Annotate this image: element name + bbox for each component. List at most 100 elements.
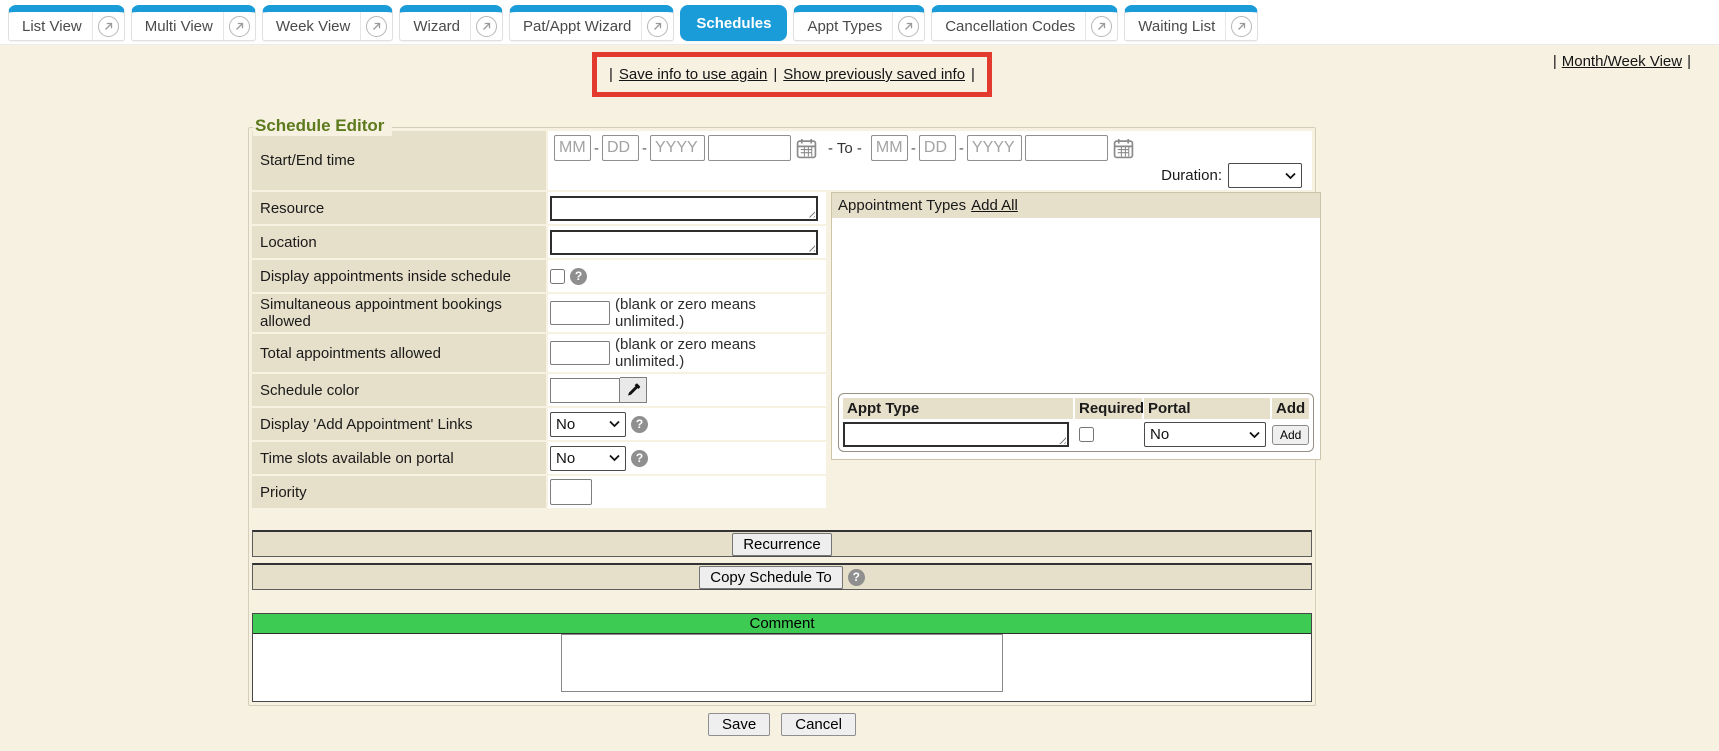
tab-cancellation-codes[interactable]: Cancellation Codes	[931, 5, 1118, 41]
show-previously-saved-link[interactable]: Show previously saved info	[783, 66, 965, 83]
tab-label: Wizard	[400, 18, 470, 35]
save-button[interactable]: Save	[708, 713, 770, 736]
schedule-color-label: Schedule color	[252, 374, 548, 406]
saved-info-highlight-box: | Save info to use again | Show previous…	[592, 52, 992, 97]
help-icon[interactable]: ?	[631, 416, 648, 433]
external-link-icon[interactable]	[892, 12, 924, 40]
start-calendar-icon[interactable]	[794, 138, 819, 159]
external-link-icon[interactable]	[223, 12, 255, 40]
comment-header: Comment	[253, 614, 1311, 634]
location-input[interactable]	[550, 230, 818, 255]
add-all-link[interactable]: Add All	[971, 197, 1018, 214]
end-day-input[interactable]	[919, 135, 956, 161]
tab-list-view[interactable]: List View	[8, 5, 125, 41]
time-slots-row: Time slots available on portal No ?	[252, 442, 826, 474]
pipe-separator: |	[1687, 53, 1691, 70]
spacer	[252, 510, 1312, 524]
total-appointments-input[interactable]	[550, 341, 610, 365]
duration-select[interactable]	[1228, 163, 1302, 188]
help-icon[interactable]: ?	[848, 569, 865, 586]
recurrence-bar: Recurrence	[252, 530, 1312, 557]
tab-multi-view[interactable]: Multi View	[131, 5, 256, 41]
pipe-separator: |	[609, 66, 613, 83]
external-link-icon[interactable]	[360, 12, 392, 40]
top-links-row: | Save info to use again | Show previous…	[0, 45, 1719, 113]
tab-week-view[interactable]: Week View	[262, 5, 393, 41]
start-time-input[interactable]	[708, 135, 791, 161]
resource-row: Resource	[252, 192, 826, 224]
simultaneous-label: Simultaneous appointment bookings allowe…	[252, 294, 548, 332]
end-year-input[interactable]	[967, 135, 1022, 161]
tab-label: Appt Types	[794, 18, 892, 35]
month-week-view-link[interactable]: Month/Week View	[1562, 53, 1682, 70]
eyedropper-icon[interactable]	[620, 377, 647, 403]
tab-schedules[interactable]: Schedules	[680, 5, 787, 41]
chevron-down-icon	[609, 420, 620, 428]
simultaneous-row: Simultaneous appointment bookings allowe…	[252, 294, 826, 332]
required-checkbox[interactable]	[1079, 427, 1094, 442]
chevron-down-icon	[1249, 431, 1260, 439]
end-time-input[interactable]	[1025, 135, 1108, 161]
schedule-color-input[interactable]	[550, 378, 620, 403]
tab-label: Schedules	[681, 15, 786, 32]
priority-row: Priority	[252, 476, 826, 508]
pipe-separator: |	[971, 66, 975, 83]
display-appointments-label: Display appointments inside schedule	[252, 260, 548, 292]
time-slots-label: Time slots available on portal	[252, 442, 548, 474]
start-year-input[interactable]	[650, 135, 705, 161]
col-add: Add	[1272, 398, 1309, 419]
comment-section: Comment	[252, 613, 1312, 702]
external-link-icon[interactable]	[470, 12, 502, 40]
tab-waiting-list[interactable]: Waiting List	[1124, 5, 1258, 41]
to-separator: - To -	[822, 140, 868, 157]
end-month-input[interactable]	[871, 135, 908, 161]
cancel-button[interactable]: Cancel	[781, 713, 856, 736]
priority-input[interactable]	[550, 479, 592, 505]
appt-type-input-row: No Add	[843, 422, 1309, 447]
external-link-icon[interactable]	[92, 12, 124, 40]
appointment-types-list	[832, 218, 1320, 388]
resource-input[interactable]	[550, 196, 818, 221]
appt-type-input[interactable]	[843, 422, 1069, 447]
add-appointment-links-label: Display 'Add Appointment' Links	[252, 408, 548, 440]
col-portal: Portal	[1144, 398, 1270, 419]
add-appointment-links-select[interactable]: No	[550, 412, 626, 437]
location-label: Location	[252, 226, 548, 258]
tab-appt-types[interactable]: Appt Types	[793, 5, 925, 41]
help-icon[interactable]: ?	[631, 450, 648, 467]
display-appointments-row: Display appointments inside schedule ?	[252, 260, 826, 292]
portal-select[interactable]: No	[1144, 422, 1266, 447]
tab-pat-appt-wizard[interactable]: Pat/Appt Wizard	[509, 5, 674, 41]
copy-schedule-bar: Copy Schedule To ?	[252, 563, 1312, 590]
tab-label: Cancellation Codes	[932, 18, 1085, 35]
time-slots-select[interactable]: No	[550, 446, 626, 471]
date-dash: -	[959, 140, 964, 157]
recurrence-button[interactable]: Recurrence	[732, 533, 832, 556]
help-icon[interactable]: ?	[570, 268, 587, 285]
end-calendar-icon[interactable]	[1111, 138, 1136, 159]
simultaneous-input[interactable]	[550, 301, 610, 325]
start-end-row: Start/End time - - - To - - -	[252, 131, 1312, 190]
tab-wizard[interactable]: Wizard	[399, 5, 503, 41]
date-dash: -	[642, 140, 647, 157]
pipe-separator: |	[1553, 53, 1557, 70]
save-info-link[interactable]: Save info to use again	[619, 66, 767, 83]
tab-label: Pat/Appt Wizard	[510, 18, 641, 35]
schedule-editor-panel: Schedule Editor Start/End time - - - To …	[248, 127, 1316, 706]
appt-type-add-box: Appt Type Required Portal Add No	[838, 393, 1314, 452]
col-appt-type: Appt Type	[843, 398, 1073, 419]
start-day-input[interactable]	[602, 135, 639, 161]
external-link-icon[interactable]	[1225, 12, 1257, 40]
location-row: Location	[252, 226, 826, 258]
copy-schedule-button[interactable]: Copy Schedule To	[699, 566, 842, 589]
external-link-icon[interactable]	[1085, 12, 1117, 40]
priority-label: Priority	[252, 476, 548, 508]
tab-label: List View	[9, 18, 92, 35]
external-link-icon[interactable]	[641, 12, 673, 40]
add-appt-type-button[interactable]: Add	[1272, 425, 1309, 445]
tab-label: Multi View	[132, 18, 223, 35]
comment-textarea[interactable]	[561, 634, 1003, 692]
start-month-input[interactable]	[554, 135, 591, 161]
display-appointments-checkbox[interactable]	[550, 269, 565, 284]
chevron-down-icon	[1285, 172, 1296, 180]
